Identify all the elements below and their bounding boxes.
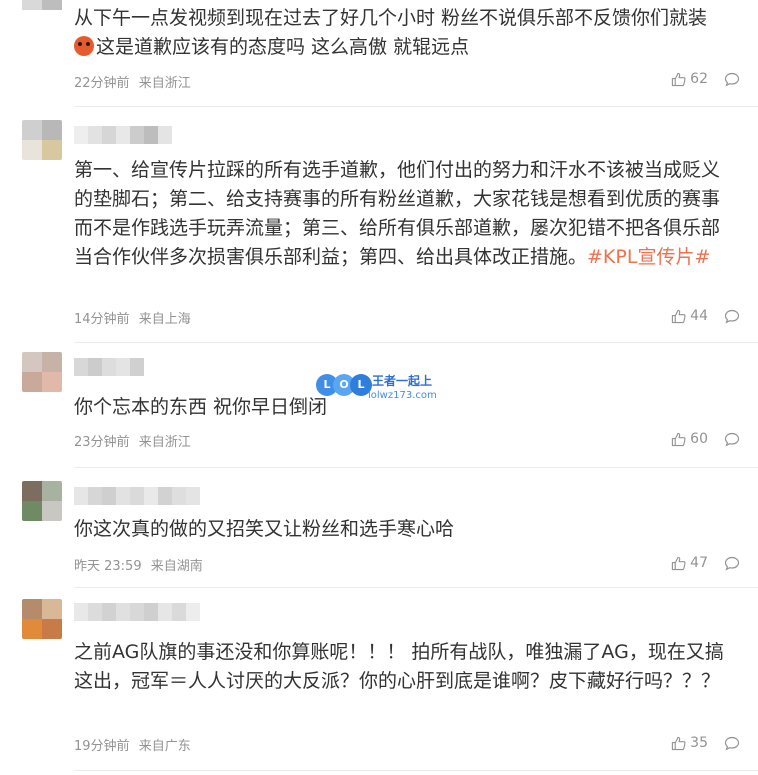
comment-text: 第一、给宣传片拉踩的所有选手道歉，他们付出的努力和汗水不该被当成贬义的垫脚石；第… <box>74 159 721 268</box>
watermark-title: 王者一起上 <box>372 374 433 388</box>
like-count: 62 <box>690 71 708 87</box>
comment-time: 昨天 23:59 <box>74 559 142 574</box>
comment-time: 14分钟前 <box>74 312 130 327</box>
comment-location: 来自上海 <box>138 312 191 327</box>
divider <box>74 467 758 468</box>
topic-link[interactable]: #KPL宣传片# <box>587 246 710 268</box>
like-button[interactable]: 62 <box>671 71 708 87</box>
comment-actions: 60 <box>671 431 740 447</box>
reply-icon[interactable] <box>724 556 740 571</box>
avatar[interactable] <box>22 120 62 160</box>
avatar[interactable] <box>22 481 62 521</box>
thumbs-up-icon <box>671 309 686 324</box>
username-blurred[interactable] <box>74 603 200 621</box>
reply-icon[interactable] <box>724 736 740 751</box>
comment-meta: 昨天 23:59 来自湖南 <box>74 555 203 574</box>
avatar[interactable] <box>22 0 62 18</box>
like-count: 60 <box>690 431 708 447</box>
reply-icon[interactable] <box>724 432 740 447</box>
comment-actions: 47 <box>671 555 740 571</box>
comment-location: 来自广东 <box>138 739 191 754</box>
avatar[interactable] <box>22 599 62 639</box>
comment-location: 来自浙江 <box>138 76 191 91</box>
like-button[interactable]: 35 <box>671 735 708 751</box>
like-button[interactable]: 60 <box>671 431 708 447</box>
username-blurred[interactable] <box>74 126 172 144</box>
comment-meta: 22分钟前 来自浙江 <box>74 72 191 91</box>
comment-actions: 35 <box>671 735 740 751</box>
like-count: 35 <box>690 735 708 751</box>
divider <box>74 342 758 343</box>
comment-meta: 23分钟前 来自浙江 <box>74 431 191 450</box>
thumbs-up-icon <box>671 736 686 751</box>
reply-icon[interactable] <box>724 72 740 87</box>
comment-meta: 19分钟前 来自广东 <box>74 735 191 754</box>
divider <box>74 770 758 771</box>
like-count: 44 <box>690 308 708 324</box>
watermark-url: lolwz173.com <box>368 390 437 401</box>
like-button[interactable]: 44 <box>671 308 708 324</box>
comment-location: 来自浙江 <box>138 435 191 450</box>
comment-text: 你这次真的做的又招笑又让粉丝和选手寒心哈 <box>74 518 455 540</box>
thumbs-up-icon <box>671 432 686 447</box>
username-blurred[interactable] <box>74 358 144 376</box>
comment-actions: 62 <box>671 71 740 87</box>
divider <box>74 587 758 588</box>
thumbs-up-icon <box>671 72 686 87</box>
avatar[interactable] <box>22 352 62 392</box>
comment-actions: 44 <box>671 308 740 324</box>
angry-face-icon <box>74 36 94 56</box>
watermark-logo: L O L 王者一起上 lolwz173.com <box>316 372 446 408</box>
username-blurred[interactable] <box>74 487 200 505</box>
comment-text: 之前AG队旗的事还没和你算账呢！！！ 拍所有战队，唯独漏了AG，现在又搞这出，冠… <box>74 641 724 692</box>
reply-icon[interactable] <box>724 309 740 324</box>
comment-time: 22分钟前 <box>74 76 130 91</box>
comment-text: 从下午一点发视频到现在过去了好几个小时 粉丝不说俱乐部不反馈你们就装 这是道歉应… <box>74 7 708 58</box>
thumbs-up-icon <box>671 556 686 571</box>
like-count: 47 <box>690 555 708 571</box>
comment-time: 23分钟前 <box>74 435 130 450</box>
comment-time: 19分钟前 <box>74 739 130 754</box>
like-button[interactable]: 47 <box>671 555 708 571</box>
comment-location: 来自湖南 <box>150 559 203 574</box>
comment-meta: 14分钟前 来自上海 <box>74 308 191 327</box>
divider <box>74 106 758 107</box>
